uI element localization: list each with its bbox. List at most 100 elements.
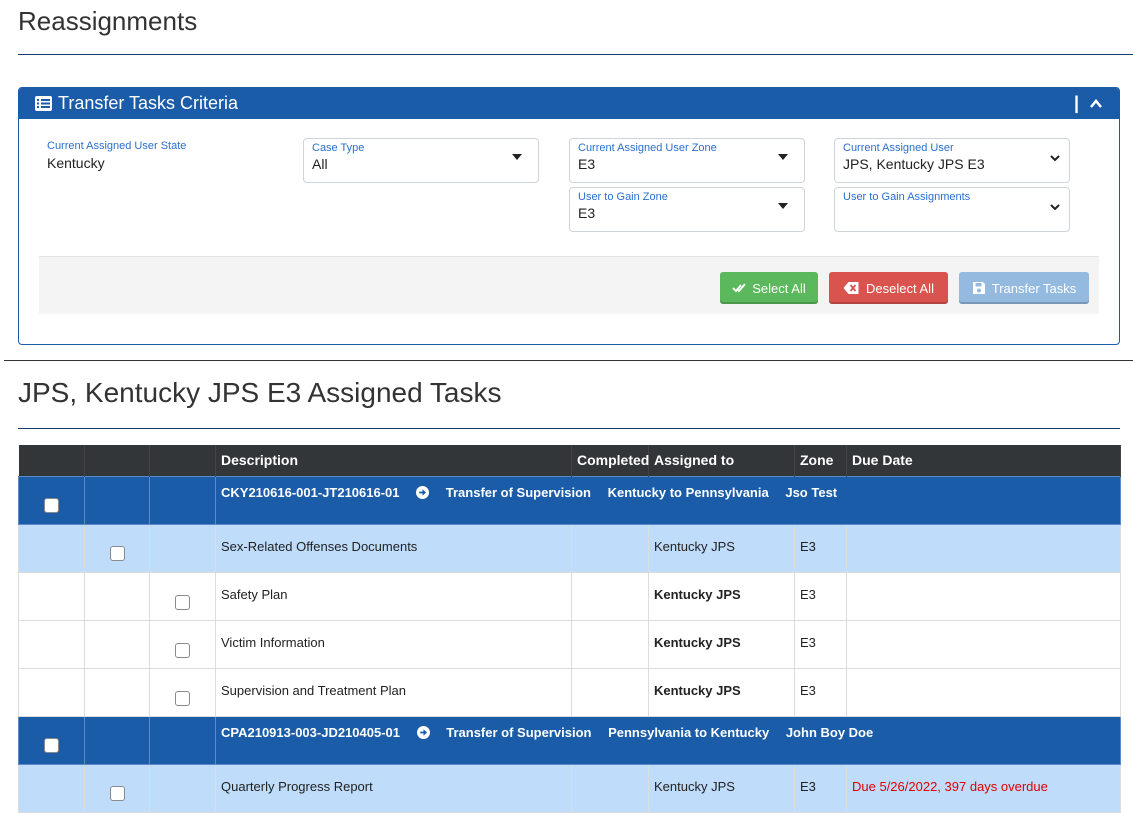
page-title: Reassignments (18, 6, 198, 36)
case-checkbox[interactable] (44, 497, 59, 513)
action-bar: Select All Deselect All Transfer Tasks (39, 256, 1099, 314)
task-completed (571, 619, 649, 669)
case-person: John Boy Doe (785, 724, 874, 740)
task-zone: E3 (794, 619, 847, 669)
case-type-label: Case Type (312, 142, 365, 154)
task-description: Supervision and Treatment Plan (215, 667, 572, 717)
subtask-checkbox[interactable] (175, 642, 190, 658)
empty-cell (149, 763, 216, 813)
case-type-value: All (312, 156, 328, 172)
section-divider (4, 360, 1133, 361)
current-user-value: JPS, Kentucky JPS E3 (843, 156, 985, 172)
transfer-tasks-button[interactable]: Transfer Tasks (959, 272, 1089, 304)
case-person: Jso Test (785, 484, 838, 500)
case-type-select[interactable]: Case Type All (303, 138, 539, 183)
task-due-date (846, 523, 1121, 573)
gain-zone-value: E3 (578, 205, 596, 221)
col-header-select-subtask (149, 445, 216, 476)
subtask-checkbox-cell (149, 667, 216, 717)
arrow-right-circle-icon (416, 725, 430, 739)
current-zone-select[interactable]: Current Assigned User Zone E3 (569, 138, 805, 183)
case-route: Kentucky to Pennsylvania (607, 484, 769, 500)
case-row: CPA210913-003-JD210405-01 Transfer of Su… (18, 715, 1121, 765)
col-header-assigned-to: Assigned to (648, 445, 795, 476)
double-check-icon (732, 283, 746, 293)
list-icon (35, 96, 52, 111)
task-description: Safety Plan (215, 571, 572, 621)
task-assigned-to: Kentucky JPS (648, 571, 795, 621)
gain-assignments-label: User to Gain Assignments (843, 191, 971, 203)
current-user-select[interactable]: Current Assigned User JPS, Kentucky JPS … (834, 138, 1070, 183)
deselect-all-button[interactable]: Deselect All (829, 272, 948, 304)
case-checkbox-cell (18, 475, 85, 525)
empty-cell (84, 715, 150, 765)
task-description: Victim Information (215, 619, 572, 669)
tasks-title-divider (18, 428, 1120, 429)
chevron-up-icon[interactable] (1089, 97, 1103, 111)
header-separator: | (1073, 93, 1079, 113)
case-type: Transfer of Supervision (446, 724, 592, 740)
chevron-down-icon (1050, 204, 1060, 211)
task-due-date: Due 5/26/2022, 397 days overdue (846, 763, 1121, 813)
subtask-checkbox[interactable] (175, 594, 190, 610)
task-due-date (846, 571, 1121, 621)
case-type: Transfer of Supervision (445, 484, 591, 500)
case-checkbox[interactable] (44, 737, 59, 753)
select-all-label: Select All (752, 280, 806, 296)
caret-down-icon (512, 154, 522, 160)
task-assigned-to: Kentucky JPS (648, 763, 795, 813)
task-checkbox-cell (84, 763, 150, 813)
task-zone: E3 (794, 523, 847, 573)
subtask-checkbox-cell (149, 619, 216, 669)
empty-cell (149, 715, 216, 765)
backspace-icon (843, 282, 859, 294)
task-zone: E3 (794, 571, 847, 621)
chevron-down-icon (1050, 155, 1060, 162)
table-row: Victim Information Kentucky JPS E3 (18, 619, 1121, 669)
panel-title: Transfer Tasks Criteria (58, 93, 239, 113)
col-header-due-date: Due Date (846, 445, 1121, 476)
state-value: Kentucky (47, 155, 105, 171)
empty-cell (84, 571, 150, 621)
table-row: Supervision and Treatment Plan Kentucky … (18, 667, 1121, 717)
case-checkbox-cell (18, 715, 85, 765)
task-assigned-to: Kentucky JPS (648, 667, 795, 717)
empty-cell (84, 667, 150, 717)
transfer-tasks-label: Transfer Tasks (991, 280, 1077, 296)
task-checkbox[interactable] (109, 785, 125, 801)
case-id[interactable]: CKY210616-001-JT210616-01 (221, 485, 400, 500)
select-all-button[interactable]: Select All (720, 272, 818, 304)
case-id[interactable]: CPA210913-003-JD210405-01 (221, 725, 400, 740)
table-row: Safety Plan Kentucky JPS E3 (18, 571, 1121, 621)
save-icon (972, 282, 985, 294)
gain-zone-select[interactable]: User to Gain Zone E3 (569, 187, 805, 232)
transfer-criteria-panel: Transfer Tasks Criteria | Current Assign… (18, 87, 1120, 345)
state-field: Current Assigned User State Kentucky (47, 140, 186, 171)
empty-cell (149, 475, 216, 525)
task-due-date (846, 619, 1121, 669)
title-divider (18, 54, 1133, 55)
task-checkbox[interactable] (109, 545, 125, 561)
current-zone-label: Current Assigned User Zone (578, 142, 717, 154)
table-row: Quarterly Progress Report Kentucky JPS E… (18, 763, 1121, 813)
task-zone: E3 (794, 667, 847, 717)
subtask-checkbox[interactable] (175, 690, 190, 706)
tasks-table: Description Completed Assigned to Zone D… (18, 445, 1121, 813)
empty-cell (149, 523, 216, 573)
gain-assignments-select[interactable]: User to Gain Assignments (834, 187, 1070, 232)
arrow-right-circle-icon (416, 485, 430, 499)
task-description: Sex-Related Offenses Documents (215, 523, 572, 573)
col-header-select-task (84, 445, 150, 476)
case-route: Pennsylvania to Kentucky (608, 724, 770, 740)
task-assigned-to: Kentucky JPS (648, 523, 795, 573)
table-header-row: Description Completed Assigned to Zone D… (18, 445, 1121, 476)
col-header-completed: Completed (571, 445, 649, 476)
state-label: Current Assigned User State (47, 140, 187, 152)
empty-cell (18, 571, 85, 621)
case-summary: CKY210616-001-JT210616-01 Transfer of Su… (215, 475, 1121, 525)
empty-cell (18, 763, 85, 813)
case-summary: CPA210913-003-JD210405-01 Transfer of Su… (215, 715, 1121, 765)
task-due-date (846, 667, 1121, 717)
current-zone-value: E3 (578, 156, 596, 172)
assigned-tasks-title: JPS, Kentucky JPS E3 Assigned Tasks (18, 377, 502, 408)
